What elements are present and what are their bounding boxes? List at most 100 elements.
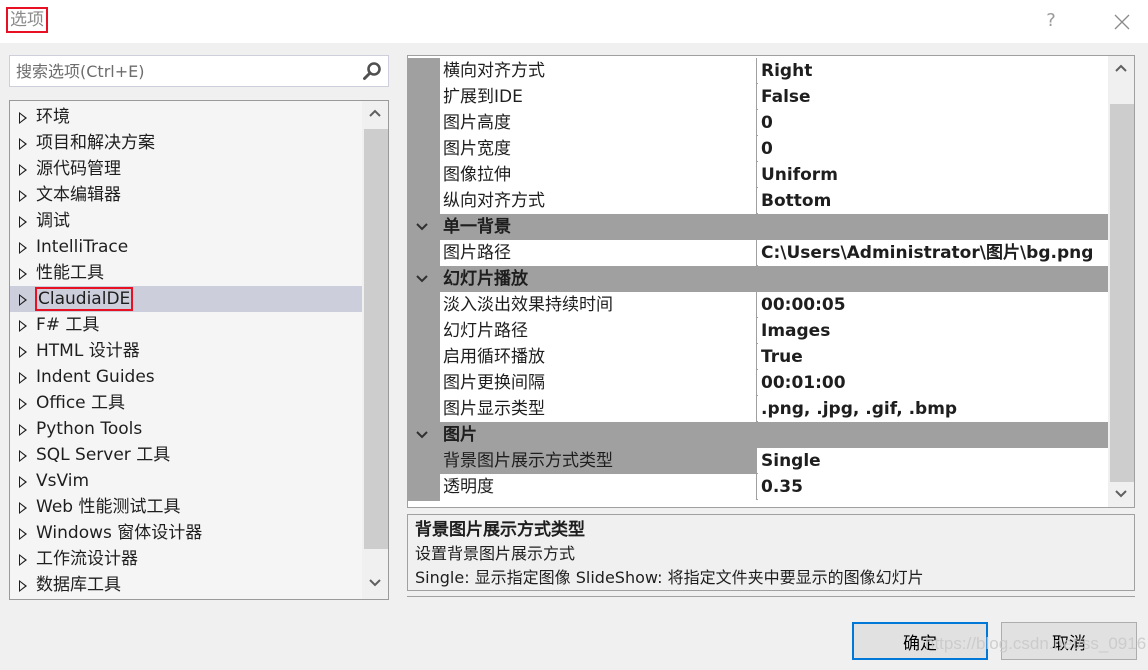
tree-item[interactable]: Web 性能测试工具 bbox=[10, 494, 362, 520]
collapse-chevron-icon[interactable] bbox=[416, 275, 428, 283]
tree-item[interactable]: Windows 窗体设计器 bbox=[10, 520, 362, 546]
property-name[interactable]: 纵向对齐方式 bbox=[440, 188, 757, 214]
expand-triangle-icon[interactable] bbox=[19, 138, 27, 150]
tree-item[interactable]: 环境 bbox=[10, 104, 362, 130]
grid-scroll-thumb[interactable] bbox=[1110, 104, 1134, 482]
property-name[interactable]: 淡入淡出效果持续时间 bbox=[440, 292, 757, 318]
property-name[interactable]: 图片高度 bbox=[440, 110, 757, 136]
tree-item[interactable]: Office 工具 bbox=[10, 390, 362, 416]
tree-item[interactable]: 项目和解决方案 bbox=[10, 130, 362, 156]
expand-triangle-icon[interactable] bbox=[19, 112, 27, 124]
category-row[interactable]: 单一背景 bbox=[408, 214, 1108, 240]
expand-triangle-icon[interactable] bbox=[19, 476, 27, 488]
expand-triangle-icon[interactable] bbox=[19, 398, 27, 410]
property-row[interactable]: 图像拉伸 Uniform bbox=[408, 162, 1108, 189]
tree-item[interactable]: 工作流设计器 bbox=[10, 546, 362, 572]
search-input[interactable] bbox=[16, 58, 356, 84]
property-value[interactable]: Single bbox=[758, 448, 1108, 474]
tree-item[interactable]: HTML 设计器 bbox=[10, 338, 362, 364]
property-row[interactable]: 图片路径 C:\Users\Administrator\图片\bg.png bbox=[408, 240, 1108, 267]
category-row[interactable]: 幻灯片播放 bbox=[408, 266, 1108, 292]
expand-triangle-icon[interactable] bbox=[19, 216, 27, 228]
close-button[interactable] bbox=[1108, 8, 1136, 36]
expand-triangle-icon[interactable] bbox=[19, 346, 27, 358]
grid-scrollbar[interactable] bbox=[1108, 56, 1134, 507]
property-row[interactable]: 淡入淡出效果持续时间 00:00:05 bbox=[408, 292, 1108, 319]
tree-item[interactable]: Python Tools bbox=[10, 416, 362, 442]
property-value[interactable]: 0.35 bbox=[758, 474, 1108, 500]
property-value[interactable]: 00:01:00 bbox=[758, 370, 1108, 396]
tree-scroll-up-button[interactable] bbox=[362, 101, 388, 127]
tree-item[interactable]: 源代码管理 bbox=[10, 156, 362, 182]
expand-triangle-icon[interactable] bbox=[19, 242, 27, 254]
property-name[interactable]: 启用循环播放 bbox=[440, 344, 757, 370]
collapse-chevron-icon[interactable] bbox=[416, 223, 428, 231]
expand-triangle-icon[interactable] bbox=[19, 320, 27, 332]
grid-scroll-up-button[interactable] bbox=[1108, 56, 1134, 82]
property-value[interactable]: .png, .jpg, .gif, .bmp bbox=[758, 396, 1108, 422]
property-row[interactable]: 背景图片展示方式类型 Single bbox=[408, 448, 1108, 475]
property-value[interactable]: C:\Users\Administrator\图片\bg.png bbox=[758, 240, 1108, 266]
expand-triangle-icon[interactable] bbox=[19, 268, 27, 280]
property-name[interactable]: 图片路径 bbox=[440, 240, 757, 266]
expand-triangle-icon[interactable] bbox=[19, 372, 27, 384]
collapse-chevron-icon[interactable] bbox=[416, 431, 428, 439]
expand-triangle-icon[interactable] bbox=[19, 164, 27, 176]
expand-triangle-icon[interactable] bbox=[19, 502, 27, 514]
property-name[interactable]: 图片宽度 bbox=[440, 136, 757, 162]
property-name[interactable]: 图片更换间隔 bbox=[440, 370, 757, 396]
tree-item[interactable]: SQL Server 工具 bbox=[10, 442, 362, 468]
property-row[interactable]: 透明度 0.35 bbox=[408, 474, 1108, 501]
property-value[interactable]: Bottom bbox=[758, 188, 1108, 214]
property-row[interactable]: 图片宽度 0 bbox=[408, 136, 1108, 163]
tree-scroll-down-button[interactable] bbox=[362, 571, 388, 597]
expand-triangle-icon[interactable] bbox=[19, 554, 27, 566]
property-value[interactable]: 00:00:05 bbox=[758, 292, 1108, 318]
tree-item[interactable]: Indent Guides bbox=[10, 364, 362, 390]
property-value[interactable]: Uniform bbox=[758, 162, 1108, 188]
search-icon[interactable] bbox=[362, 61, 382, 81]
property-name[interactable]: 幻灯片路径 bbox=[440, 318, 757, 344]
tree-item[interactable]: ClaudialDE bbox=[10, 286, 362, 312]
property-name[interactable]: 背景图片展示方式类型 bbox=[440, 448, 757, 474]
property-name[interactable]: 横向对齐方式 bbox=[440, 58, 757, 84]
cancel-button[interactable]: 取消 bbox=[1001, 622, 1137, 660]
expand-triangle-icon[interactable] bbox=[19, 580, 27, 592]
expand-triangle-icon[interactable] bbox=[19, 528, 27, 540]
property-name[interactable]: 图片显示类型 bbox=[440, 396, 757, 422]
property-value[interactable]: Right bbox=[758, 58, 1108, 84]
expand-triangle-icon[interactable] bbox=[19, 450, 27, 462]
property-row[interactable]: 图片高度 0 bbox=[408, 110, 1108, 137]
expand-triangle-icon[interactable] bbox=[19, 294, 27, 306]
tree-item[interactable]: F# 工具 bbox=[10, 312, 362, 338]
property-row[interactable]: 横向对齐方式 Right bbox=[408, 58, 1108, 85]
property-row[interactable]: 图片显示类型 .png, .jpg, .gif, .bmp bbox=[408, 396, 1108, 423]
expand-triangle-icon[interactable] bbox=[19, 424, 27, 436]
property-name[interactable]: 扩展到IDE bbox=[440, 84, 757, 110]
property-row[interactable]: 扩展到IDE False bbox=[408, 84, 1108, 111]
tree-item[interactable]: 文本编辑器 bbox=[10, 182, 362, 208]
tree-item[interactable]: 数据库工具 bbox=[10, 572, 362, 598]
tree-scroll-thumb[interactable] bbox=[364, 129, 388, 549]
property-value[interactable]: Images bbox=[758, 318, 1108, 344]
property-row[interactable]: 启用循环播放 True bbox=[408, 344, 1108, 371]
tree-scrollbar[interactable] bbox=[362, 101, 388, 599]
property-value[interactable]: 0 bbox=[758, 110, 1108, 136]
property-row[interactable]: 纵向对齐方式 Bottom bbox=[408, 188, 1108, 215]
grid-scroll-down-button[interactable] bbox=[1108, 482, 1134, 507]
tree-item[interactable]: 性能工具 bbox=[10, 260, 362, 286]
property-value[interactable]: 0 bbox=[758, 136, 1108, 162]
property-name[interactable]: 图像拉伸 bbox=[440, 162, 757, 188]
property-value[interactable]: False bbox=[758, 84, 1108, 110]
category-row[interactable]: 图片 bbox=[408, 422, 1108, 448]
property-name[interactable]: 透明度 bbox=[440, 474, 757, 500]
tree-item[interactable]: IntelliTrace bbox=[10, 234, 362, 260]
expand-triangle-icon[interactable] bbox=[19, 190, 27, 202]
tree-item[interactable]: VsVim bbox=[10, 468, 362, 494]
ok-button[interactable]: 确定 bbox=[852, 622, 988, 660]
help-button[interactable]: ? bbox=[1040, 8, 1062, 34]
tree-item[interactable]: 调试 bbox=[10, 208, 362, 234]
property-row[interactable]: 图片更换间隔 00:01:00 bbox=[408, 370, 1108, 397]
property-value[interactable]: True bbox=[758, 344, 1108, 370]
property-row[interactable]: 幻灯片路径 Images bbox=[408, 318, 1108, 345]
